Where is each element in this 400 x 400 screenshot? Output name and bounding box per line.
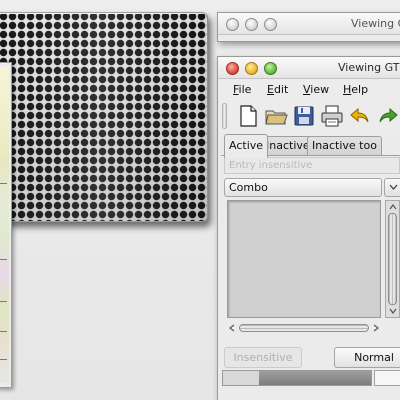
menu-file[interactable]: File <box>233 83 251 96</box>
list-view[interactable] <box>227 200 381 318</box>
tab-active[interactable]: Active <box>224 134 269 158</box>
tab-inactive-too[interactable]: Inactive too <box>307 136 382 156</box>
scroll-right-arrow-icon <box>373 324 379 332</box>
minimize-button[interactable] <box>245 62 258 75</box>
menubar: File Edit View Help <box>218 79 400 99</box>
left-window-mark <box>0 301 7 302</box>
background-window-titlebar[interactable]: Viewing GTK <box>218 13 400 35</box>
secondary-progress-bar <box>374 370 400 386</box>
insensitive-entry: Entry insensitive <box>224 157 400 174</box>
toolbar-grip-handle[interactable] <box>222 103 227 129</box>
close-button[interactable] <box>226 62 239 75</box>
redo-icon[interactable] <box>374 102 400 130</box>
left-window-mark <box>0 359 7 360</box>
window-titlebar[interactable]: Viewing GTK <box>218 57 400 79</box>
toolbar <box>218 99 400 133</box>
menu-help[interactable]: Help <box>343 83 368 96</box>
horizontal-scroll-thumb[interactable] <box>239 324 369 332</box>
left-window-content <box>0 67 9 383</box>
maximize-button[interactable] <box>264 62 277 75</box>
vertical-scroll-thumb[interactable] <box>388 213 397 305</box>
save-disk-icon[interactable] <box>290 102 318 130</box>
open-folder-icon[interactable] <box>262 102 290 130</box>
window-title: Viewing GTK <box>351 17 400 30</box>
scroll-up-arrow-icon <box>389 204 397 210</box>
window-title: Viewing GTK <box>338 61 400 74</box>
combo-dropdown-button[interactable] <box>384 178 400 197</box>
close-button[interactable] <box>226 18 239 31</box>
progress-fill <box>258 371 371 385</box>
left-window-mark <box>0 331 7 332</box>
vertical-scrollbar[interactable] <box>385 200 400 318</box>
scroll-down-arrow-icon <box>389 308 397 314</box>
new-document-icon[interactable] <box>234 102 262 130</box>
scroll-left-arrow-icon <box>229 324 235 332</box>
insensitive-button: Insensitive <box>224 347 302 368</box>
left-partial-window <box>0 62 12 388</box>
normal-button[interactable]: Normal <box>334 347 400 368</box>
menu-edit[interactable]: Edit <box>267 83 288 96</box>
undo-icon[interactable] <box>346 102 374 130</box>
left-window-mark <box>0 183 7 184</box>
background-window[interactable]: Viewing GTK <box>217 12 400 42</box>
left-window-mark <box>0 259 7 260</box>
progress-bar <box>222 370 372 386</box>
chevron-down-icon <box>389 184 398 190</box>
horizontal-scrollbar[interactable] <box>227 321 381 335</box>
minimize-button[interactable] <box>245 18 258 31</box>
perforated-metal-panel <box>0 12 208 222</box>
menu-view[interactable]: View <box>303 83 329 96</box>
combo-box[interactable]: Combo <box>224 178 382 197</box>
maximize-button[interactable] <box>264 18 277 31</box>
print-icon[interactable] <box>318 102 346 130</box>
